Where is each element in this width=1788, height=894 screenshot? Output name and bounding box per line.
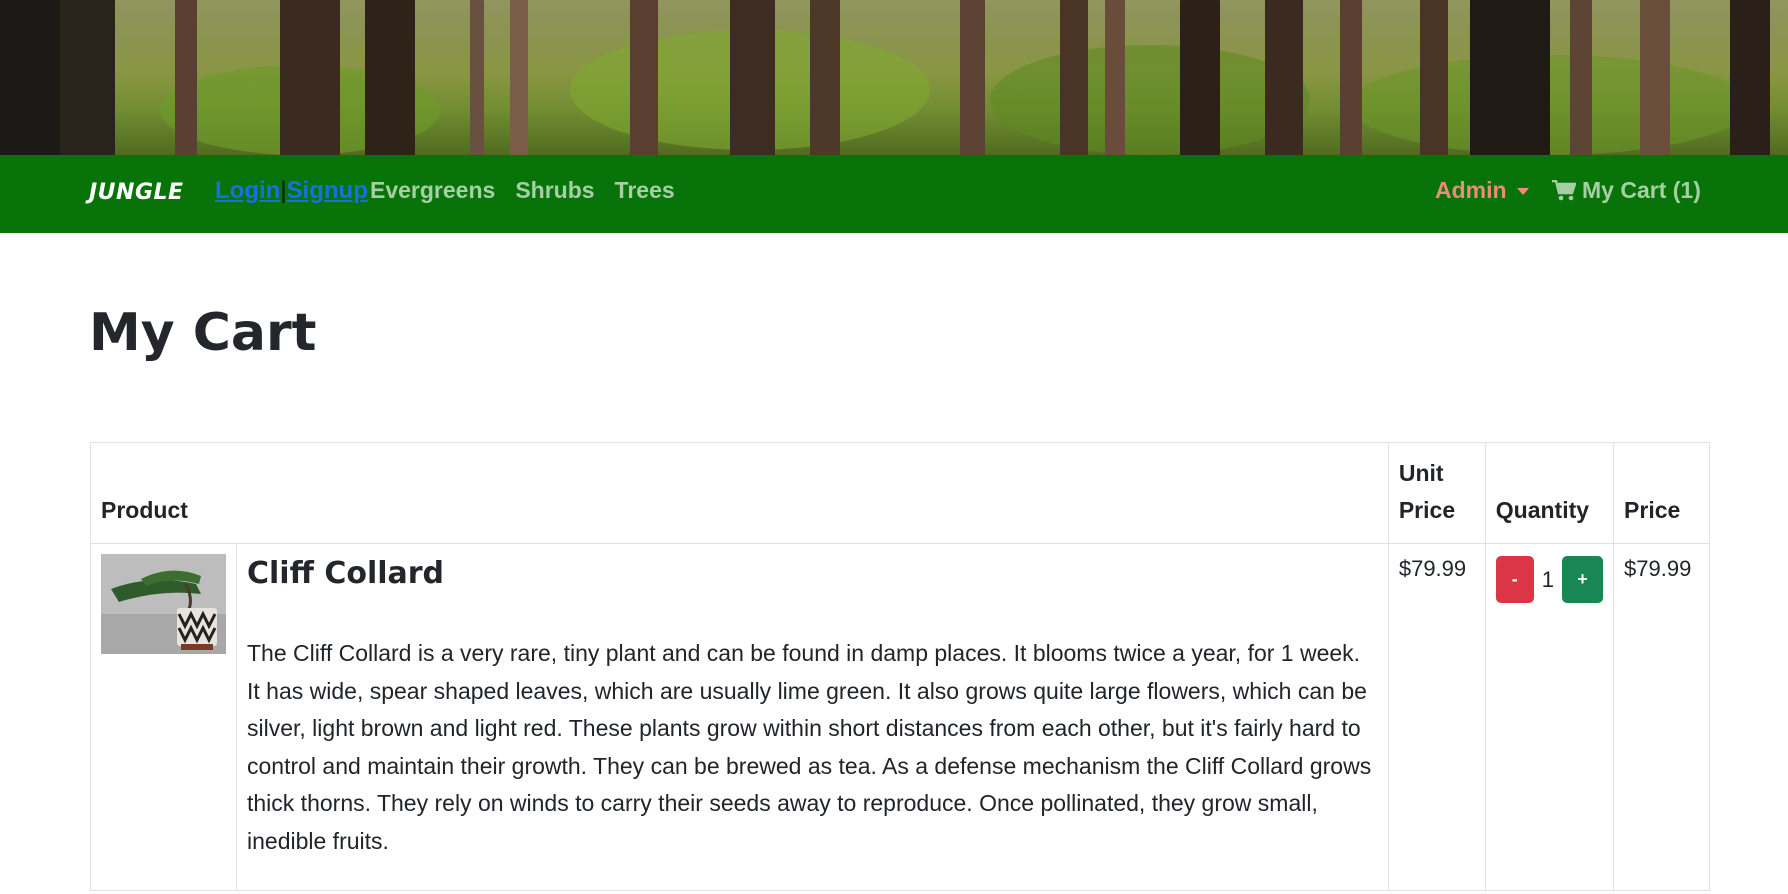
bonsai-pot-image — [101, 554, 226, 654]
line-price-cell: $79.99 — [1613, 543, 1710, 891]
forest-illustration — [0, 0, 1788, 155]
top-navbar: JUNGLE Login|Signup Evergreens Shrubs Tr… — [0, 155, 1788, 233]
header-unit-price: Unit Price — [1387, 442, 1486, 544]
product-description: The Cliff Collard is a very rare, tiny p… — [247, 640, 1372, 854]
nav-evergreens[interactable]: Evergreens — [370, 177, 495, 204]
signup-link[interactable]: Signup — [287, 177, 368, 204]
admin-dropdown[interactable]: Admin — [1435, 177, 1529, 204]
page-title: My Cart — [89, 303, 317, 363]
my-cart-link[interactable]: My Cart (1) — [1552, 177, 1701, 204]
header-product: Product — [90, 442, 1389, 544]
product-name[interactable]: Cliff Collard — [247, 556, 1378, 591]
shopping-cart-icon — [1552, 179, 1576, 200]
header-price: Price — [1613, 442, 1710, 544]
quantity-stepper: - 1 + — [1495, 556, 1604, 603]
forest-banner — [0, 0, 1788, 155]
brand-logo[interactable]: JUNGLE — [89, 180, 184, 205]
table-row: Cliff Collard The Cliff Collard is a ver… — [90, 543, 1710, 891]
decrease-quantity-button[interactable]: - — [1495, 556, 1534, 603]
nav-shrubs[interactable]: Shrubs — [515, 177, 594, 204]
admin-label: Admin — [1435, 177, 1507, 203]
nav-trees[interactable]: Trees — [615, 177, 675, 204]
caret-down-icon — [1516, 188, 1529, 196]
product-info-cell: Cliff Collard The Cliff Collard is a ver… — [236, 543, 1389, 891]
cart-table: Product Unit Price Quantity Price Cliff … — [90, 442, 1710, 891]
increase-quantity-button[interactable]: + — [1562, 556, 1604, 603]
header-quantity: Quantity — [1484, 442, 1615, 544]
product-image-cell — [90, 543, 237, 891]
auth-links: Login|Signup — [215, 177, 368, 205]
quantity-cell: - 1 + — [1484, 543, 1615, 891]
category-nav: Evergreens Shrubs Trees — [370, 177, 675, 204]
table-header-row: Product Unit Price Quantity Price — [90, 442, 1710, 544]
quantity-value: 1 — [1541, 566, 1555, 592]
product-thumbnail[interactable] — [101, 554, 226, 654]
my-cart-label: My Cart (1) — [1582, 177, 1701, 203]
login-link[interactable]: Login — [215, 177, 280, 204]
unit-price-cell: $79.99 — [1387, 543, 1486, 891]
